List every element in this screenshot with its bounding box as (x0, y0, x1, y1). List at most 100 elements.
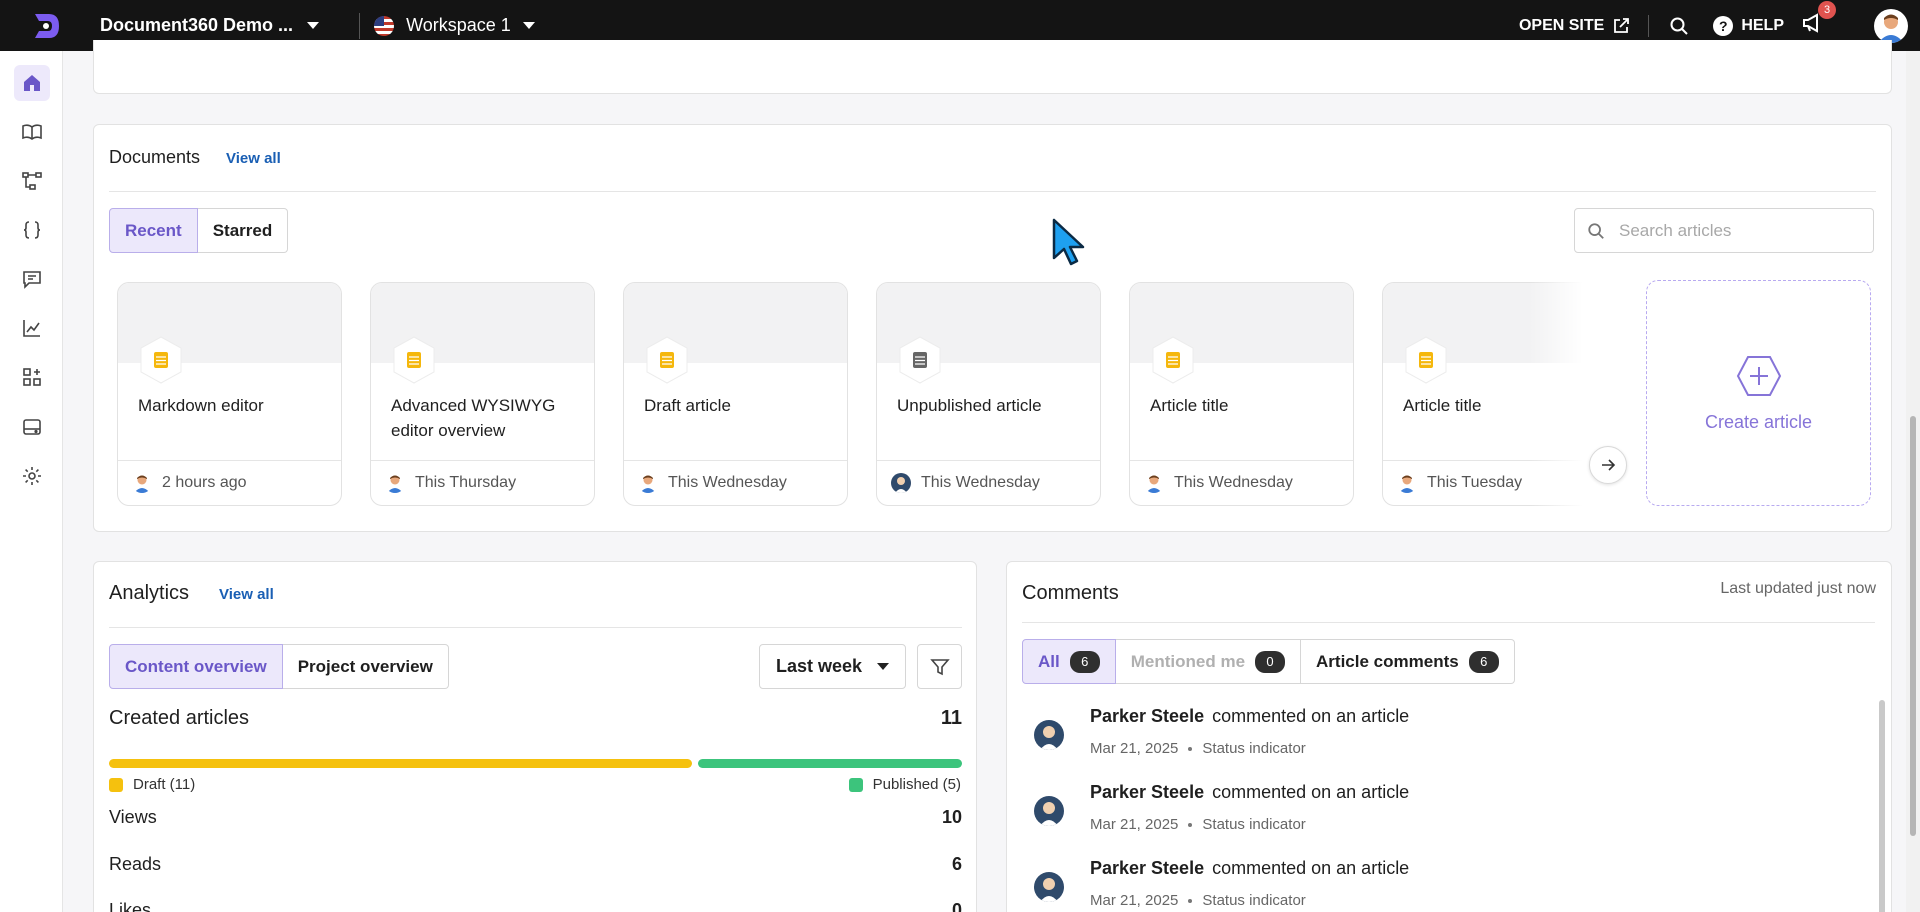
comments-title: Comments (1022, 582, 1119, 604)
tab-content-overview[interactable]: Content overview (109, 644, 283, 689)
open-site-link[interactable]: OPEN SITE (1519, 17, 1630, 35)
tab-mentioned-me[interactable]: Mentioned me 0 (1115, 639, 1302, 684)
search-articles-field[interactable] (1574, 208, 1874, 253)
commenter-avatar (1034, 720, 1064, 750)
help-button[interactable]: ? HELP (1713, 15, 1784, 36)
comment-meta: Mar 21, 2025 Status indicator (1090, 892, 1306, 909)
filter-button[interactable] (917, 644, 962, 689)
sidebar-item-analytics[interactable] (14, 310, 50, 346)
commenter-name: Parker Steele (1090, 706, 1205, 726)
created-articles-row: Created articles 11 (109, 707, 962, 730)
sidebar-item-drive[interactable] (14, 409, 50, 445)
documents-tab-group: Recent Starred (109, 208, 289, 253)
count-badge: 6 (1069, 650, 1100, 673)
metric-value: 10 (941, 807, 962, 827)
help-icon: ? (1713, 15, 1734, 36)
article-card[interactable]: Markdown editor 2 hours ago (117, 282, 342, 506)
separator-dot (1188, 746, 1193, 751)
comments-scrollbar[interactable] (1879, 700, 1885, 912)
documents-panel: Documents View all Recent Starred Markdo… (93, 124, 1892, 532)
analytics-view-all-link[interactable]: View all (219, 586, 274, 603)
carousel-next-button[interactable] (1589, 446, 1627, 484)
overview-panel (93, 40, 1892, 94)
book-icon (22, 124, 42, 140)
article-footer: This Wednesday (1130, 460, 1353, 505)
workspace-selector[interactable]: Workspace 1 (374, 15, 535, 36)
drive-icon (23, 419, 41, 435)
search-icon[interactable] (1669, 16, 1689, 36)
arrow-right-icon (1602, 459, 1616, 471)
article-card[interactable]: Draft article This Wednesday (623, 282, 848, 506)
author-avatar (1144, 473, 1164, 493)
chevron-down-icon (522, 22, 535, 29)
workspace-name: Workspace 1 (406, 15, 511, 35)
tab-label: Mentioned me (1130, 651, 1246, 671)
apps-add-icon (23, 368, 41, 386)
comments-panel: Comments Last updated just now All 6 Men… (1006, 561, 1892, 912)
sidebar-item-api[interactable] (14, 212, 50, 248)
page-scrollbar[interactable] (1906, 51, 1920, 912)
article-card[interactable]: Advanced WYSIWYG editor overview This Th… (370, 282, 595, 506)
comment-action: commented on an article (1212, 858, 1410, 878)
article-title: Article title (1150, 396, 1229, 415)
draft-swatch (109, 777, 123, 792)
comment-item[interactable]: Parker Steele commented on an article Mar… (1022, 702, 1842, 766)
add-hexagon-icon (1736, 355, 1781, 396)
tab-starred[interactable]: Starred (197, 208, 289, 253)
article-title: Draft article (644, 396, 731, 415)
comment-summary: Parker Steele commented on an article (1090, 706, 1409, 727)
documents-view-all-link[interactable]: View all (226, 150, 281, 167)
comment-status: Status indicator (1202, 816, 1306, 833)
draft-legend: Draft (11) (109, 776, 195, 793)
comments-tab-group: All 6 Mentioned me 0 Article comments 6 (1022, 639, 1515, 684)
article-footer: This Wednesday (624, 460, 847, 505)
draft-progress-bar (109, 759, 692, 768)
tab-project-overview[interactable]: Project overview (282, 644, 449, 689)
project-selector[interactable]: Document360 Demo ... (100, 15, 320, 36)
tab-recent[interactable]: Recent (109, 208, 198, 253)
created-articles-value: 11 (940, 707, 962, 729)
sidebar-item-home[interactable] (14, 65, 50, 101)
sidebar-item-categories[interactable] (14, 163, 50, 199)
published-legend: Published (5) (848, 776, 961, 793)
metric-value: 6 (951, 854, 962, 874)
comment-action: commented on an article (1212, 706, 1410, 726)
sidebar-item-settings[interactable] (14, 458, 50, 494)
sidebar-item-integrations[interactable] (14, 359, 50, 395)
divider (1022, 622, 1875, 623)
search-articles-input[interactable] (1619, 220, 1859, 241)
document360-logo-icon[interactable] (28, 8, 64, 44)
sidebar-item-documentation[interactable] (14, 114, 50, 150)
commenter-avatar (1034, 796, 1064, 826)
comment-item[interactable]: Parker Steele commented on an article Mar… (1022, 854, 1842, 912)
comment-icon (23, 271, 41, 289)
mouse-cursor-icon (1052, 218, 1088, 273)
article-time: This Wednesday (921, 474, 1040, 491)
notification-badge: 3 (1818, 1, 1836, 19)
article-time: 2 hours ago (162, 474, 247, 491)
scrollbar-thumb[interactable] (1910, 416, 1916, 836)
help-label: HELP (1741, 16, 1784, 34)
divider (1648, 14, 1650, 37)
author-avatar (891, 473, 911, 493)
analytics-tab-group: Content overview Project overview (109, 644, 449, 689)
tab-article-comments[interactable]: Article comments 6 (1301, 639, 1515, 684)
author-avatar (385, 473, 405, 493)
article-card[interactable]: Article title This Wednesday (1129, 282, 1354, 506)
comment-date: Mar 21, 2025 (1090, 892, 1179, 909)
metric-label: Reads (109, 854, 162, 874)
comment-item[interactable]: Parker Steele commented on an article Mar… (1022, 778, 1842, 842)
period-dropdown[interactable]: Last week (759, 644, 906, 689)
hierarchy-icon (22, 172, 42, 190)
analytics-panel: Analytics View all Content overview Proj… (93, 561, 977, 912)
create-article-card[interactable]: Create article (1646, 280, 1871, 506)
user-avatar[interactable] (1874, 8, 1908, 43)
announcements-button[interactable]: 3 (1802, 1, 1836, 38)
sidebar-item-feedback[interactable] (14, 261, 50, 297)
sidebar (0, 51, 63, 912)
tab-all-comments[interactable]: All 6 (1022, 639, 1116, 684)
article-footer: This Wednesday (877, 460, 1100, 505)
article-card[interactable]: Unpublished article This Wednesday (876, 282, 1101, 506)
metric-row-views: Views 10 (109, 807, 962, 828)
draft-legend-label: Draft (11) (133, 776, 196, 793)
